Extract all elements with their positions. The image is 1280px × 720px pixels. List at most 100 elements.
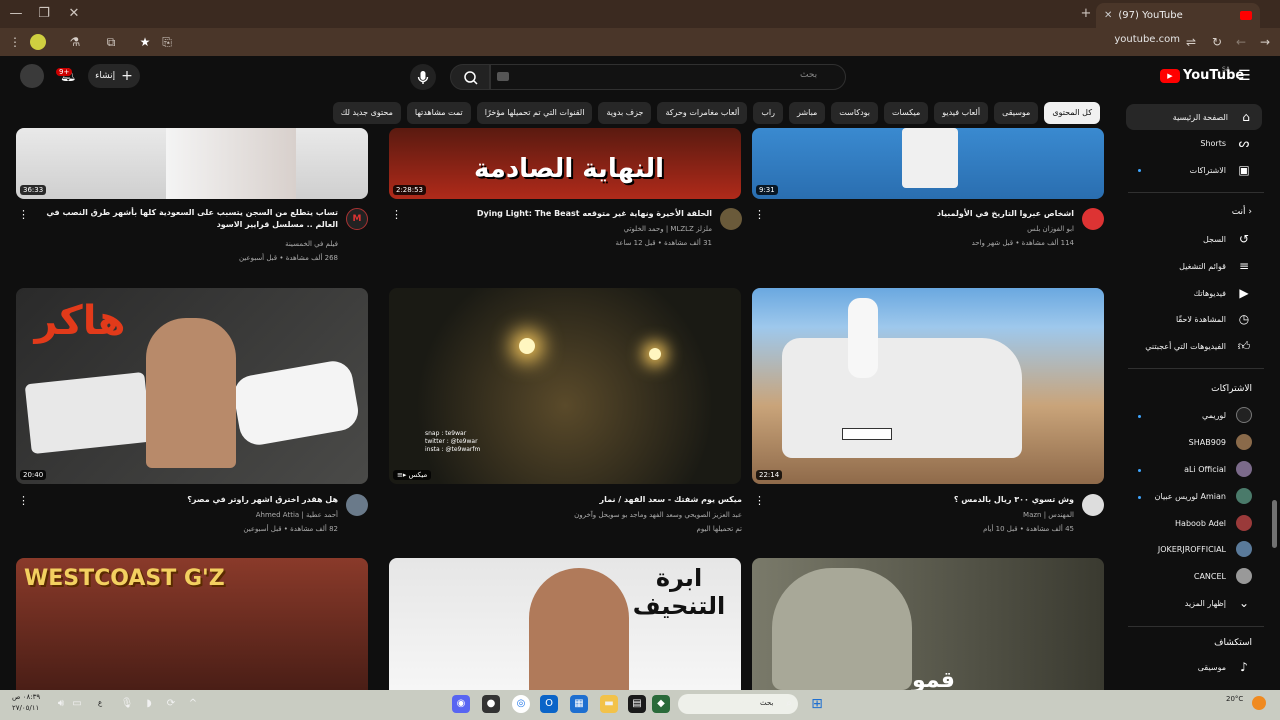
weather-icon[interactable]: [1252, 696, 1266, 710]
language-indicator[interactable]: ع: [98, 699, 102, 707]
sidebar-item-history[interactable]: السجل ↺: [1120, 226, 1252, 252]
channel-name[interactable]: المهندس | Mazn: [774, 509, 1074, 521]
video-title[interactable]: اشخاص عبروا التاريخ في الأولمبياد: [774, 208, 1074, 220]
speaker-tray-icon[interactable]: ◗: [140, 695, 158, 713]
sidebar-item-watch-later[interactable]: المشاهدة لاحقًا ◷: [1120, 306, 1252, 332]
sidebar-sub-item[interactable]: SHAB909: [1120, 429, 1252, 455]
chip-mixes[interactable]: ميكسات: [884, 102, 929, 124]
reload-icon[interactable]: ↻: [1208, 34, 1226, 50]
video-thumbnail[interactable]: ابرة التنحيف: [389, 558, 741, 690]
chip-new-to-you[interactable]: محتوى جديد لك: [332, 102, 401, 124]
puzzle-icon[interactable]: ⧉: [102, 34, 120, 50]
chip-live[interactable]: مباشر: [789, 102, 826, 124]
channel-name[interactable]: ملزلز MLZLZ | وحمد الخلوتي: [412, 223, 712, 235]
video-thumbnail[interactable]: 22:14: [752, 288, 1104, 484]
video-title[interactable]: تساب يتطلع من السجن يتسبب على السعودية ك…: [38, 207, 338, 231]
video-thumbnail[interactable]: WESTCOAST G'Z: [16, 558, 368, 690]
browser-tab[interactable]: ✕ (97) YouTube: [1096, 3, 1260, 28]
app-icon[interactable]: ◆: [652, 695, 670, 713]
outlook-icon[interactable]: O: [540, 695, 558, 713]
more-options-icon[interactable]: ⋮: [754, 494, 765, 507]
create-button[interactable]: إنشاء +: [88, 64, 140, 88]
sidebar-sub-item[interactable]: JOKERJROFFICIAL: [1120, 536, 1252, 562]
chip-rap[interactable]: راب: [753, 102, 784, 124]
sidebar-item-music[interactable]: موسيقى ♪: [1120, 654, 1252, 680]
site-settings-icon[interactable]: ⇌: [1182, 34, 1200, 50]
voice-search-button[interactable]: [410, 64, 436, 90]
channel-avatar[interactable]: M: [346, 208, 368, 230]
more-options-icon[interactable]: ⋮: [754, 208, 765, 221]
chip-action-adventure[interactable]: ألعاب مغامرات وحركة: [657, 102, 748, 124]
hamburger-menu-icon[interactable]: ☰: [1238, 68, 1251, 84]
youtube-logo[interactable]: ▶ YouTube: [1160, 68, 1244, 83]
more-options-icon[interactable]: ⋮: [391, 208, 402, 221]
video-thumbnail[interactable]: قمو: [752, 558, 1104, 690]
sidebar-sub-item[interactable]: Haboob Adel: [1120, 510, 1252, 536]
forward-icon[interactable]: ←: [1232, 34, 1250, 50]
chevron-up-icon[interactable]: ^: [184, 695, 202, 713]
back-icon[interactable]: →: [1256, 34, 1274, 50]
profile-icon[interactable]: [30, 34, 46, 50]
video-title[interactable]: وش تسوي ٣٠٠ ريال بالدمس ؟: [774, 494, 1074, 506]
search-button[interactable]: [450, 64, 490, 90]
video-thumbnail[interactable]: هاكر 20:40: [16, 288, 368, 484]
scrollbar[interactable]: [1272, 500, 1277, 548]
chip-all[interactable]: كل المحتوى: [1044, 102, 1100, 124]
video-title[interactable]: هل هقدر اخترق اشهر راوتر في مصر؟: [38, 494, 338, 506]
video-title[interactable]: ميكس يوم شفتك - سعد الفهد / نمار: [442, 494, 742, 506]
terminal-icon[interactable]: ▤: [628, 695, 646, 713]
sync-tray-icon[interactable]: ⟳: [162, 695, 180, 713]
sidebar-sub-item[interactable]: CANCEL: [1120, 563, 1252, 589]
new-tab-button[interactable]: +: [1074, 4, 1098, 24]
channel-avatar[interactable]: [1082, 494, 1104, 516]
clock-date[interactable]: ٢٧/٠٥/١١: [12, 704, 39, 712]
more-menu-icon[interactable]: ⋮: [6, 34, 24, 50]
install-app-icon[interactable]: ⎘: [158, 34, 176, 50]
minimize-icon[interactable]: —: [4, 4, 28, 24]
sidebar-you-header[interactable]: أنت ›: [1232, 207, 1252, 217]
sidebar-item-shorts[interactable]: Shorts ᔕ: [1120, 130, 1252, 156]
chip-bedouin[interactable]: جزف بدوية: [598, 102, 652, 124]
chip-watched[interactable]: تمت مشاهدتها: [406, 102, 471, 124]
chip-music[interactable]: موسيقى: [994, 102, 1039, 124]
more-options-icon[interactable]: ⋮: [18, 208, 29, 221]
discord-icon[interactable]: ◉: [452, 695, 470, 713]
video-thumbnail[interactable]: 36:33: [16, 128, 368, 199]
bookmark-star-icon[interactable]: ★: [136, 34, 154, 50]
mic-tray-icon[interactable]: 🎙︎: [118, 695, 136, 713]
extension-icon[interactable]: ⚗: [66, 34, 84, 50]
sidebar-item-your-videos[interactable]: فيديوهاتك ▶: [1120, 280, 1252, 306]
restore-icon[interactable]: ❐: [32, 4, 56, 24]
weather-temp[interactable]: 20°C: [1226, 695, 1243, 703]
channel-avatar[interactable]: [1082, 208, 1104, 230]
keyboard-icon[interactable]: [497, 72, 509, 81]
steam-icon[interactable]: ●: [482, 695, 500, 713]
url-field[interactable]: youtube.com: [1090, 34, 1180, 45]
chip-podcasts[interactable]: بودكاست: [831, 102, 879, 124]
chip-video-games[interactable]: ألعاب فيديو: [934, 102, 989, 124]
video-thumbnail[interactable]: snap : te9war twitter : @te9war insta : …: [389, 288, 741, 484]
sidebar-item-liked-videos[interactable]: الفيديوهات التي أعجبتني 👍︎: [1120, 333, 1252, 359]
file-explorer-icon[interactable]: ▬: [600, 695, 618, 713]
chrome-icon[interactable]: ◎: [512, 695, 530, 713]
windows-start-icon[interactable]: ⊞: [808, 695, 826, 713]
network-icon[interactable]: ▭: [68, 695, 86, 713]
store-icon[interactable]: ▦: [570, 695, 588, 713]
video-thumbnail[interactable]: النهاية الصادمة 2:28:53: [389, 128, 741, 199]
more-options-icon[interactable]: ⋮: [18, 494, 29, 507]
avatar[interactable]: [20, 64, 44, 88]
chip-recently-uploaded[interactable]: القنوات التي تم تحميلها مؤخرًا: [476, 102, 593, 124]
channel-avatar[interactable]: [346, 494, 368, 516]
sidebar-item-playlists[interactable]: قوائم التشغيل ≡: [1120, 253, 1252, 279]
channel-name[interactable]: فيلم في الخمسينة: [38, 238, 338, 250]
show-more-button[interactable]: إظهار المزيد ⌄: [1120, 590, 1252, 616]
channel-name[interactable]: ابو الفوزان بلس: [774, 223, 1074, 235]
video-title[interactable]: الحلقة الأخيرة ونهاية غير متوقعه Dying L…: [412, 208, 712, 220]
sidebar-item-home[interactable]: الصفحة الرئيسية ⌂: [1126, 104, 1262, 130]
close-window-icon[interactable]: ✕: [62, 4, 86, 24]
channel-name[interactable]: أحمد عطية | Ahmed Attia: [38, 509, 338, 521]
channel-name[interactable]: عبد العزيز الصويحي وسعد الفهد وماجد بو س…: [442, 509, 742, 521]
video-thumbnail[interactable]: 9:31: [752, 128, 1104, 199]
search-input[interactable]: [490, 64, 846, 90]
close-tab-icon[interactable]: ✕: [1104, 10, 1112, 21]
